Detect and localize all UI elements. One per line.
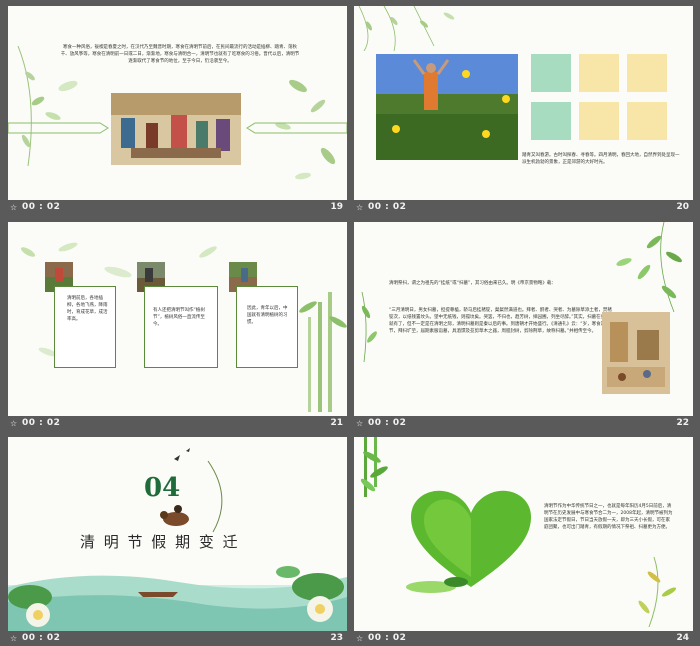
leaf-heart-image [406,490,531,593]
slide-canvas: 清明前后，各地插柳，各地飞燕，降雨时，育成花草，成活率高。 有人还把清明节叫作“… [8,222,347,416]
caption-text: 踏青又叫春游。古时叫探春、寻春等。四月清明，春回大地，自然界到处呈现一派生机勃勃… [522,153,680,165]
slide-number: 24 [676,633,689,643]
slide-canvas: 踏青又叫春游。古时叫探春、寻春等。四月清明，春回大地，自然界到处呈现一派生机勃勃… [354,6,693,200]
historical-painting-image [111,93,241,165]
slide-number: 23 [330,633,343,643]
slide-thumbnail-19[interactable]: 寒食一种风俗，祓禊是春夏之时，在汉代乃至魏晋时期，寒食在清明节前后，在民间最流行… [8,6,347,215]
slide-timing: 00 : 02 [22,418,61,428]
slide-thumbnail-23[interactable]: 04 清 明 节 假 期 变 迁 ☆ 00 : 02 23 [8,437,347,646]
slide-timing: 00 : 02 [368,202,407,212]
slide-timing: 00 : 02 [22,202,61,212]
rehearse-timer-icon: ☆ [10,203,18,212]
rehearse-timer-icon: ☆ [356,203,364,212]
grid-cell [627,102,667,140]
color-grid [531,54,667,140]
section-title: 清 明 节 假 期 变 迁 [80,533,240,551]
section-number-badge: 04 [144,473,181,503]
slide-thumbnail-21[interactable]: 清明前后，各地插柳，各地飞燕，降雨时，育成花草，成活率高。 有人还把清明节叫作“… [8,222,347,431]
rehearse-timer-icon: ☆ [356,634,364,643]
slide-thumbnail-22[interactable]: 清明祭扫，谓之为祖先的“挂纸”或“扫墓”，其习俗由来已久。明《帝京景物略》载： … [354,222,693,431]
slide-thumbnail-20[interactable]: 踏青又叫春游。古时叫探春、寻春等。四月清明，春回大地，自然界到处呈现一派生机勃勃… [354,6,693,215]
body-paragraph: 清明节作为中华传统节日之一，也就是每年阳历4月5日前后，清明节在历史发展中与寒食… [544,504,673,530]
ox-figure-decoration [160,505,189,526]
grid-cell [579,102,619,140]
card-text: 清明前后，各地插柳，各地飞燕，降雨时，育成花草，成活率高。 [67,296,108,322]
info-card: 有人还把清明节叫作“植树节”，植树风俗一直流传至今。 [144,286,218,368]
body-paragraph: 寒食一种风俗，祓禊是春夏之时，在汉代乃至魏晋时期，寒食在清明节前后，在民间最流行… [60,45,300,64]
intro-paragraph: 清明祭扫，谓之为祖先的“挂纸”或“扫墓”，其习俗由来已久。明《帝京景物略》载： [389,281,556,286]
card-text: 因此，青年以后，中国就有清明植树的习惯。 [247,306,288,325]
slide-footer: ☆ 00 : 02 23 [8,632,347,646]
card-text: 有人还把清明节叫作“植树节”，植树风俗一直流传至今。 [153,308,205,327]
rehearse-timer-icon: ☆ [356,419,364,428]
grid-cell [531,102,571,140]
slide-number: 21 [330,418,343,428]
slide-number: 20 [676,202,689,212]
quote-paragraph: “三月清明日，男女扫墓，担提尊榼，轿马后挂楮锭，粲粲然满道也。拜者、酹者、哭者、… [389,308,615,334]
slide-footer: ☆ 00 : 02 21 [8,417,347,431]
slide-canvas: 清明节作为中华传统节日之一，也就是每年阳历4月5日前后，清明节在历史发展中与寒食… [354,437,693,631]
slide-timing: 00 : 02 [368,633,407,643]
slide-canvas: 寒食一种风俗，祓禊是春夏之时，在汉代乃至魏晋时期，寒食在清明节前后，在民间最流行… [8,6,347,200]
grid-cell [579,54,619,92]
slide-number: 22 [676,418,689,428]
spring-outing-photo [376,54,518,160]
slide-footer: ☆ 00 : 02 19 [8,201,347,215]
slide-footer: ☆ 00 : 02 20 [354,201,693,215]
slide-timing: 00 : 02 [22,633,61,643]
info-card: 清明前后，各地插柳，各地飞燕，降雨时，育成花草，成活率高。 [54,286,116,368]
slide-footer: ☆ 00 : 02 24 [354,632,693,646]
grid-cell [627,54,667,92]
grid-cell [531,54,571,92]
slide-timing: 00 : 02 [368,418,407,428]
slide-number: 19 [330,202,343,212]
info-card: 因此，青年以后，中国就有清明植树的习惯。 [236,286,298,368]
slide-footer: ☆ 00 : 02 22 [354,417,693,431]
willow-decoration [17,46,78,167]
willow-decoration [358,6,455,51]
historical-painting-image [602,312,670,394]
rehearse-timer-icon: ☆ [10,419,18,428]
slide-canvas: 04 清 明 节 假 期 变 迁 [8,437,347,631]
slide-canvas: 清明祭扫，谓之为祖先的“挂纸”或“扫墓”，其习俗由来已久。明《帝京景物略》载： … [354,222,693,416]
slide-thumbnail-24[interactable]: 清明节作为中华传统节日之一，也就是每年阳历4月5日前后，清明节在历史发展中与寒食… [354,437,693,646]
rehearse-timer-icon: ☆ [10,634,18,643]
